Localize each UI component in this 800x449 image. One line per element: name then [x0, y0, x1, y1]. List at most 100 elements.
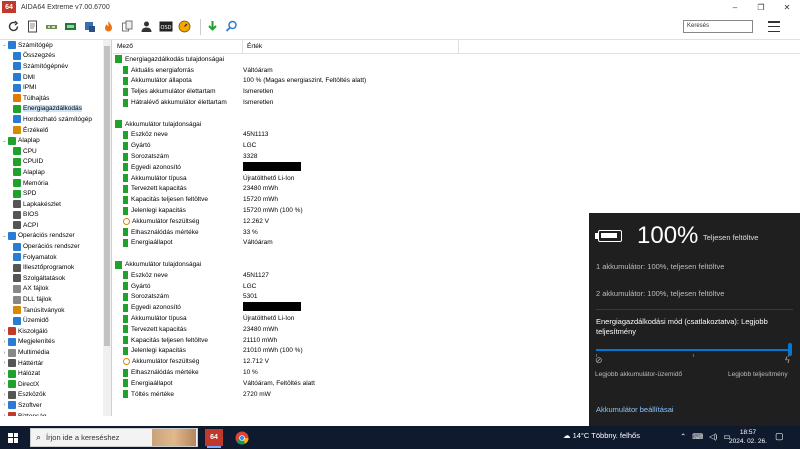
clock[interactable]: 18:57 2024. 02. 26. — [729, 428, 767, 446]
maximize-button[interactable]: ❐ — [748, 0, 774, 14]
tree-scrollbar-thumb[interactable] — [104, 46, 110, 346]
weather-widget[interactable]: ☁ 14°C Többny. felhős — [563, 431, 640, 440]
certificate-icon — [13, 306, 21, 315]
tree-item[interactable]: Hordozható számítógép — [0, 114, 111, 125]
section-row[interactable]: Akkumulátor tulajdonságai — [113, 119, 800, 130]
tree-item[interactable]: Túlhajtás — [0, 93, 111, 104]
close-button[interactable]: ✕ — [774, 0, 800, 14]
tree-item[interactable]: › Hálózat — [0, 368, 111, 379]
motherboard-icon[interactable] — [44, 19, 59, 34]
tree-expander-icon[interactable]: › — [1, 402, 8, 408]
flame-icon[interactable] — [101, 19, 116, 34]
table-row[interactable]: Tervezett kapacitás 23480 mWh — [113, 184, 800, 195]
table-row[interactable]: Akkumulátor állapota 100 % (Magas energia… — [113, 76, 800, 87]
field-cell: Sorozatszám — [113, 292, 243, 301]
network-icon[interactable]: ⌨ — [692, 432, 703, 441]
tree-item[interactable]: CPUID — [0, 157, 111, 168]
table-row[interactable]: Teljes akkumulátor élettartam Ismeretlen — [113, 86, 800, 97]
column-header-field[interactable]: Mező — [113, 40, 243, 53]
tree-item[interactable]: Tanúsítványok — [0, 305, 111, 316]
user-icon[interactable] — [139, 19, 154, 34]
notification-icon[interactable]: ▢ — [775, 431, 784, 442]
minimize-button[interactable]: – — [722, 0, 748, 14]
tree-item[interactable]: › Háttértár — [0, 358, 111, 369]
tree-item[interactable]: › Eszközök — [0, 390, 111, 401]
power-mode-label: Energiagazdálkodási mód (csatlakoztatva)… — [596, 317, 768, 336]
volume-icon[interactable]: ◁) — [709, 432, 717, 441]
tree-expander-icon[interactable]: ⌄ — [1, 233, 8, 239]
tree-item[interactable]: Energiagazdálkodás — [0, 104, 111, 115]
tree-item[interactable]: › Megjelenítés — [0, 337, 111, 348]
tree-expander-icon[interactable]: ⌄ — [1, 138, 8, 144]
report-icon[interactable] — [25, 19, 40, 34]
tree-item[interactable]: Illesztőprogramok — [0, 262, 111, 273]
tree-item[interactable]: Számítógépnév — [0, 61, 111, 72]
chevron-up-icon[interactable]: ⌃ — [680, 432, 686, 441]
tree-item[interactable]: AX fájlok — [0, 284, 111, 295]
table-row[interactable]: Aktuális energiaforrás Váltóáram — [113, 65, 800, 76]
table-row[interactable]: Gyártó LGC — [113, 140, 800, 151]
tree-item[interactable]: SPD — [0, 188, 111, 199]
chip-icon[interactable] — [82, 19, 97, 34]
tree-item[interactable]: › Kiszolgáló — [0, 326, 111, 337]
tree-item[interactable]: ⌄ Operációs rendszer — [0, 231, 111, 242]
field-label: Energiaállapot — [131, 239, 173, 247]
tree-expander-icon[interactable]: › — [1, 413, 8, 416]
tree-item[interactable]: DLL fájlok — [0, 294, 111, 305]
table-row[interactable]: Kapacitás teljesen feltöltve 15720 mWh — [113, 194, 800, 205]
tree-expander-icon[interactable]: › — [1, 328, 8, 334]
tree-item[interactable]: Alaplap — [0, 167, 111, 178]
refresh-icon[interactable] — [6, 19, 21, 34]
tree-item[interactable]: Memória — [0, 178, 111, 189]
download-icon[interactable] — [205, 19, 220, 34]
battery-settings-link[interactable]: Akkumulátor beállításai — [596, 405, 674, 414]
tree-item[interactable]: Összegzés — [0, 51, 111, 62]
start-button[interactable] — [0, 426, 26, 449]
tree-item[interactable]: CPU — [0, 146, 111, 157]
tree-expander-icon[interactable]: ⌄ — [1, 42, 8, 48]
tree-item[interactable]: BIOS — [0, 210, 111, 221]
gauge-icon[interactable] — [177, 19, 192, 34]
tree-item[interactable]: Üzemidő — [0, 315, 111, 326]
tree-item[interactable]: › Multimédia — [0, 347, 111, 358]
tree-item[interactable]: › Szoftver — [0, 400, 111, 411]
tree-item[interactable]: › DirectX — [0, 379, 111, 390]
tree-expander-icon[interactable]: › — [1, 381, 8, 387]
tree-item[interactable]: ⌄ Alaplap — [0, 135, 111, 146]
tree-expander-icon[interactable]: › — [1, 360, 8, 366]
tree-scrollbar[interactable] — [103, 40, 111, 416]
tree-item[interactable]: ⌄ Számítógép — [0, 40, 111, 51]
tree-item[interactable]: Operációs rendszer — [0, 241, 111, 252]
tree-expander-icon[interactable]: › — [1, 339, 8, 345]
tree-item[interactable]: Érzékelő — [0, 125, 111, 136]
osd-icon[interactable]: OSD — [158, 19, 173, 34]
table-row[interactable]: Hátralévő akkumulátor élettartam Ismeretl… — [113, 97, 800, 108]
search-input[interactable]: Keresés — [683, 20, 753, 33]
hamburger-menu-icon[interactable] — [768, 21, 780, 32]
tree-item[interactable]: DMI — [0, 72, 111, 83]
section-row[interactable]: Energiagazdálkodás tulajdonságai — [113, 54, 800, 65]
taskbar-chrome-app[interactable] — [233, 429, 251, 446]
table-row[interactable]: Eszköz neve 45N1113 — [113, 130, 800, 141]
search-icon[interactable] — [224, 19, 239, 34]
table-row[interactable]: Egyedi azonosító — [113, 161, 800, 173]
driver-icon — [13, 263, 21, 272]
power-mode-slider[interactable] — [596, 349, 790, 351]
search-highlight-image — [152, 429, 196, 446]
taskbar-aida64-app[interactable]: 64 — [205, 429, 223, 446]
column-header-value[interactable]: Érték — [243, 40, 459, 53]
memory-icon[interactable] — [63, 19, 78, 34]
tree-expander-icon[interactable]: › — [1, 392, 8, 398]
table-row[interactable]: Sorozatszám 3328 — [113, 151, 800, 162]
tree-expander-icon[interactable]: › — [1, 350, 8, 356]
tree-item[interactable]: Szolgáltatások — [0, 273, 111, 284]
table-row[interactable]: Akkumulátor típusa Újratölthető Li-Ion — [113, 173, 800, 184]
tree-item[interactable]: › Biztonság — [0, 411, 111, 416]
tree-item[interactable]: Folyamatok — [0, 252, 111, 263]
files-icon[interactable] — [120, 19, 135, 34]
tree-item[interactable]: Lapkakészlet — [0, 199, 111, 210]
tree-item[interactable]: IPMI — [0, 82, 111, 93]
battery-icon — [123, 336, 128, 345]
tree-expander-icon[interactable]: › — [1, 371, 8, 377]
tree-item[interactable]: ACPI — [0, 220, 111, 231]
